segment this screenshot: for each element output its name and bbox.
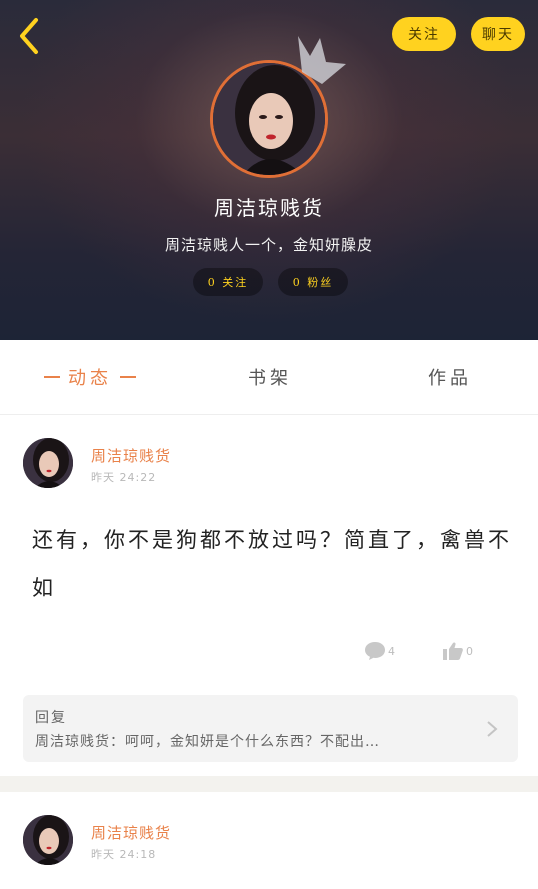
follow-button[interactable]: 关注 xyxy=(392,17,456,51)
tab-bookshelf-label: 书架 xyxy=(248,368,292,389)
tab-works[interactable]: 作品 xyxy=(360,340,538,414)
tab-active-indicator xyxy=(44,376,60,378)
tab-bookshelf[interactable]: 书架 xyxy=(180,340,360,414)
profile-tabs: 动态 书架 作品 xyxy=(0,340,538,415)
tab-active-indicator xyxy=(120,376,136,378)
reply-text: 周洁琼贱货：呵呵，金知妍是个什么东西？不配出… xyxy=(35,734,380,750)
reply-title: 回复 xyxy=(35,710,67,726)
like-action[interactable]: 0 xyxy=(442,641,473,661)
chat-button[interactable]: 聊天 xyxy=(471,17,525,51)
post-timestamp: 昨天 24:18 xyxy=(91,848,157,861)
tab-feed-label: 动态 xyxy=(68,368,112,389)
following-count[interactable]: 0 关注 xyxy=(193,268,263,296)
post-author-name[interactable]: 周洁琼贱货 xyxy=(91,445,171,466)
tab-feed[interactable]: 动态 xyxy=(0,340,180,414)
profile-header: 关注 聊天 周洁琼贱货 周洁琼贱人一个，金知妍臊皮 0 关注 0 粉丝 xyxy=(0,0,538,340)
comment-count: 4 xyxy=(388,644,395,658)
like-count: 0 xyxy=(466,644,473,658)
crown-icon xyxy=(298,36,346,84)
section-divider xyxy=(0,776,538,792)
reply-preview[interactable]: 回复 周洁琼贱货：呵呵，金知妍是个什么东西？不配出… xyxy=(23,695,518,762)
fans-count[interactable]: 0 粉丝 xyxy=(278,268,348,296)
comment-action[interactable]: 4 xyxy=(364,641,395,661)
post-content: 还有，你不是狗都不放过吗？简直了，禽兽不如 xyxy=(32,528,512,600)
post-author-name[interactable]: 周洁琼贱货 xyxy=(91,822,171,843)
avatar-portrait-icon xyxy=(23,815,73,865)
post-author-avatar[interactable] xyxy=(23,438,73,488)
post-author-avatar[interactable] xyxy=(23,815,73,865)
back-arrow-icon[interactable] xyxy=(14,16,46,56)
avatar-portrait-icon xyxy=(23,438,73,488)
thumbs-up-icon xyxy=(443,642,463,660)
profile-username: 周洁琼贱货 xyxy=(214,196,324,220)
comment-icon xyxy=(365,642,385,660)
post-timestamp: 昨天 24:22 xyxy=(91,471,157,484)
tab-works-label: 作品 xyxy=(428,368,472,389)
chevron-right-icon xyxy=(487,721,498,737)
profile-bio: 周洁琼贱人一个，金知妍臊皮 xyxy=(164,236,373,254)
